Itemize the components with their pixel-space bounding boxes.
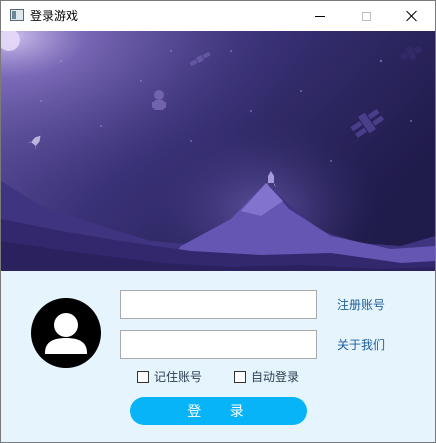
minimize-button[interactable] [297, 1, 343, 31]
login-panel: 注册账号 关于我们 记住账号 自动登录 登 录 [1, 271, 435, 442]
auto-login-label: 自动登录 [251, 370, 300, 384]
auto-login-checkbox[interactable]: 自动登录 [234, 370, 299, 384]
about-us-link[interactable]: 关于我们 [337, 338, 385, 352]
maximize-button[interactable] [343, 1, 389, 31]
register-link[interactable]: 注册账号 [337, 298, 385, 312]
remember-account-label: 记住账号 [154, 370, 203, 384]
close-icon [406, 10, 418, 22]
login-window: 登录游戏 注册账号 关于我们 记住账号 自动登录 登 录 [0, 0, 436, 443]
window-title: 登录游戏 [30, 9, 79, 23]
account-input[interactable] [120, 290, 317, 319]
login-button[interactable]: 登 录 [130, 397, 307, 425]
user-avatar-icon [31, 298, 101, 368]
maximize-icon [361, 11, 371, 21]
checkbox-box[interactable] [234, 371, 246, 383]
space-banner-image [1, 31, 435, 271]
app-window-icon [10, 9, 24, 21]
title-bar[interactable]: 登录游戏 [1, 1, 435, 31]
checkbox-box[interactable] [137, 371, 149, 383]
minimize-icon [315, 15, 325, 17]
remember-account-checkbox[interactable]: 记住账号 [137, 370, 202, 384]
password-input[interactable] [120, 330, 317, 359]
close-button[interactable] [389, 1, 435, 31]
